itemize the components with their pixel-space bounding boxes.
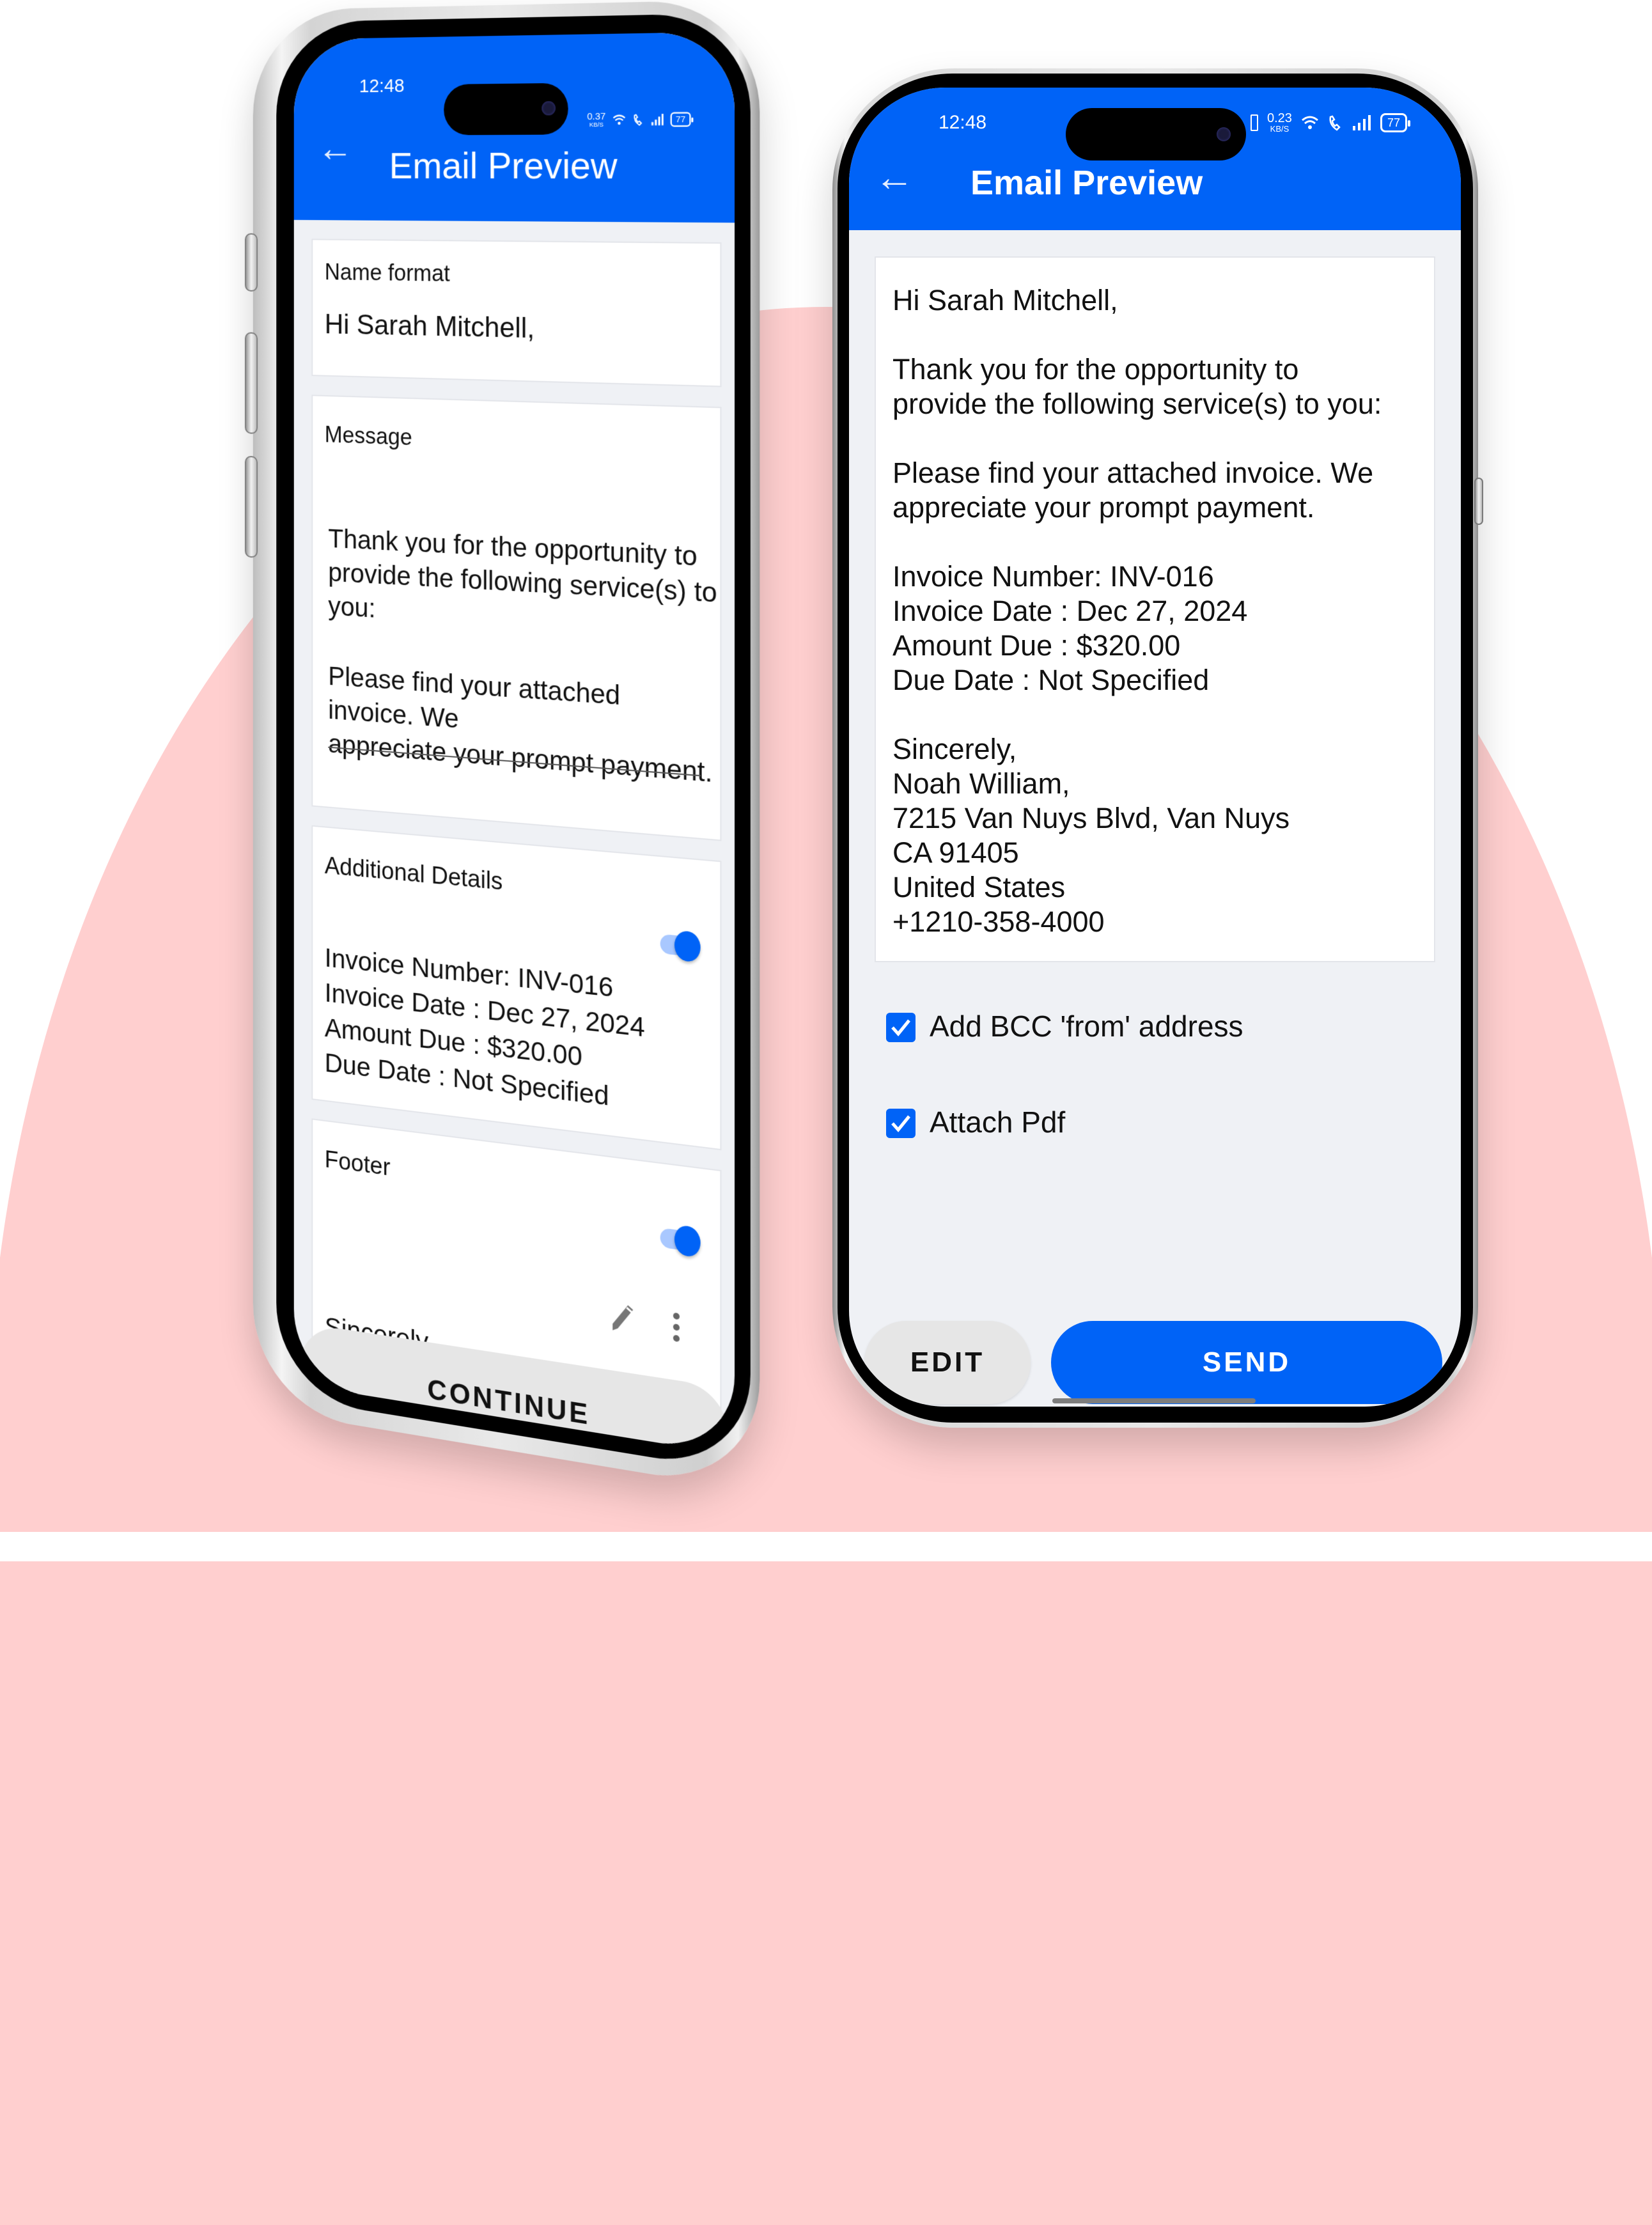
toggle-thumb xyxy=(674,1224,701,1258)
message-paragraph-1: Thank you for the opportunity to provide… xyxy=(328,523,717,623)
email-detail-line: Invoice Date : Dec 27, 2024 xyxy=(892,595,1248,627)
status-icons: 0.37 KB/S 77 xyxy=(587,111,691,129)
pencil-icon[interactable] xyxy=(610,1300,635,1335)
more-vert-icon[interactable] xyxy=(672,1311,681,1343)
wifi-call-icon xyxy=(1329,114,1341,131)
app-bar: 12:48 0.23 KB/S 77 ← Email Preview xyxy=(849,88,1461,230)
attach-pdf-checkbox[interactable] xyxy=(886,1109,916,1138)
battery-icon: 77 xyxy=(670,111,691,127)
option-attach-pdf[interactable]: Attach Pdf xyxy=(886,1105,1334,1139)
battery-icon: 77 xyxy=(1380,113,1411,132)
signature-line: Noah William, xyxy=(892,767,1070,800)
power-button xyxy=(1474,478,1483,525)
check-icon xyxy=(891,1019,910,1036)
name-format-card[interactable]: Name format Hi Sarah Mitchell, xyxy=(311,238,722,387)
action-button xyxy=(245,233,258,292)
signal-icon xyxy=(651,113,664,125)
left-screen: 12:48 0.37 KB/S 77 ← Email Preview Name … xyxy=(293,31,735,1455)
check-icon xyxy=(891,1115,910,1132)
email-greeting: Hi Sarah Mitchell, xyxy=(892,284,1118,316)
email-paragraph-2: Please find your attached invoice. We ap… xyxy=(892,457,1374,524)
additional-details-label: Additional Details xyxy=(324,852,503,896)
signature-line: 7215 Van Nuys Blvd, Van Nuys xyxy=(892,802,1290,834)
page-title: Email Preview xyxy=(970,164,1203,202)
toggle-thumb xyxy=(674,930,701,963)
net-speed: 0.23 KB/S xyxy=(1267,111,1292,134)
home-indicator xyxy=(1052,1398,1256,1403)
email-paragraph-1: Thank you for the opportunity to provide… xyxy=(892,353,1382,420)
footer-label: Footer xyxy=(324,1146,391,1182)
left-phone: 12:48 0.37 KB/S 77 ← Email Preview Name … xyxy=(245,0,760,1492)
volume-down-button xyxy=(245,455,258,558)
attach-pdf-label: Attach Pdf xyxy=(930,1105,1066,1139)
wifi-icon xyxy=(612,114,626,125)
vibrate-icon xyxy=(1251,114,1258,131)
signal-icon xyxy=(1352,114,1371,130)
footer-toggle[interactable] xyxy=(660,1222,701,1258)
wifi-call-icon xyxy=(632,113,644,126)
send-button[interactable]: SEND xyxy=(1051,1321,1442,1404)
dynamic-island xyxy=(1066,108,1246,160)
message-label: Message xyxy=(324,421,412,451)
camera-icon xyxy=(1217,127,1231,141)
signature-line: CA 91405 xyxy=(892,836,1019,869)
wifi-icon xyxy=(1301,116,1318,129)
signature-line: United States xyxy=(892,871,1066,903)
right-phone: 12:48 0.23 KB/S 77 ← Email Preview Hi Sa… xyxy=(832,68,1483,1428)
additional-details-lines: Invoice Number: INV-016 Invoice Date : D… xyxy=(325,940,645,1118)
background-bottom xyxy=(0,1532,1652,1561)
status-icons: 0.23 KB/S 77 xyxy=(1251,111,1411,134)
message-paragraph-2: Please find your attached invoice. We ap… xyxy=(328,660,713,788)
email-detail-line: Amount Due : $320.00 xyxy=(892,629,1181,662)
option-bcc[interactable]: Add BCC 'from' address xyxy=(886,1010,1334,1043)
email-detail-line: Invoice Number: INV-016 xyxy=(892,560,1214,593)
email-preview-card: Hi Sarah Mitchell, Thank you for the opp… xyxy=(875,256,1435,962)
name-format-label: Name format xyxy=(324,258,450,286)
additional-details-toggle[interactable] xyxy=(660,928,701,963)
back-arrow-icon[interactable]: ← xyxy=(318,126,354,169)
email-detail-line: Due Date : Not Specified xyxy=(892,664,1210,696)
status-time: 12:48 xyxy=(359,75,405,97)
dynamic-island xyxy=(444,82,568,136)
back-arrow-icon[interactable]: ← xyxy=(875,158,914,198)
right-screen: 12:48 0.23 KB/S 77 ← Email Preview Hi Sa… xyxy=(849,88,1461,1407)
bcc-label: Add BCC 'from' address xyxy=(930,1010,1243,1043)
message-card[interactable]: Message Thank you for the opportunity to… xyxy=(311,394,722,841)
volume-up-button xyxy=(245,332,258,434)
email-body: Hi Sarah Mitchell, Thank you for the opp… xyxy=(892,283,1382,939)
edit-button[interactable]: EDIT xyxy=(864,1321,1031,1404)
signature-line: Sincerely, xyxy=(892,733,1017,765)
name-format-value: Hi Sarah Mitchell, xyxy=(324,309,535,345)
app-bar: 12:48 0.37 KB/S 77 ← Email Preview xyxy=(293,31,735,223)
page-title: Email Preview xyxy=(389,144,618,187)
signature-line: +1210-358-4000 xyxy=(892,905,1105,938)
camera-icon xyxy=(542,101,556,116)
status-time: 12:48 xyxy=(939,112,987,133)
bcc-checkbox[interactable] xyxy=(886,1013,916,1042)
net-speed: 0.37 KB/S xyxy=(587,111,606,129)
additional-details-card[interactable]: Additional Details Invoice Number: INV-0… xyxy=(311,825,722,1151)
